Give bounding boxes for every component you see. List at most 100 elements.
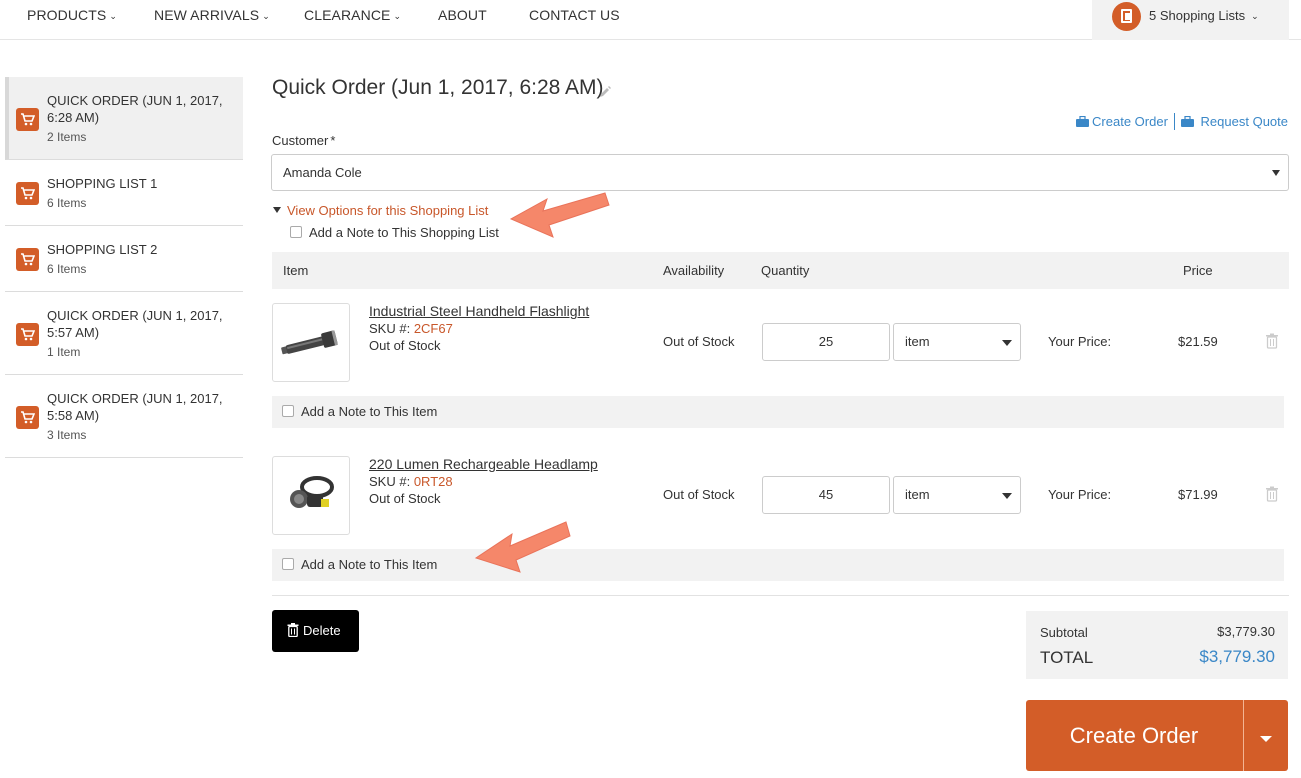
cart-icon	[16, 108, 39, 131]
divider	[272, 595, 1289, 596]
annotation-arrow-icon	[474, 521, 571, 573]
button-split-divider	[1243, 700, 1244, 771]
quantity-input[interactable]: 25	[762, 323, 890, 361]
chevron-down-icon: ⌄	[1251, 11, 1259, 21]
sku-code: 2CF67	[413, 321, 453, 336]
caret-down-icon	[1002, 493, 1012, 499]
availability: Out of Stock	[663, 334, 735, 349]
annotation-arrow-icon	[509, 192, 610, 238]
create-order-button[interactable]: Create Order	[1026, 700, 1288, 771]
nav-new-arrivals[interactable]: NEW ARRIVALS ⌄	[154, 0, 270, 31]
customer-label: Customer *	[272, 133, 335, 148]
nav-about-label: ABOUT	[438, 7, 487, 23]
chevron-down-icon: ⌄	[262, 11, 270, 21]
add-note-to-list-checkbox[interactable]: Add a Note to This Shopping List	[290, 225, 499, 240]
unit-select[interactable]: item	[893, 323, 1021, 361]
nav-clearance[interactable]: CLEARANCE ⌄	[304, 0, 401, 31]
add-note-to-list-label: Add a Note to This Shopping List	[309, 225, 499, 240]
checkbox[interactable]	[282, 405, 294, 417]
create-order-button-label: Create Order	[1069, 723, 1199, 748]
add-note-to-item-label: Add a Note to This Item	[301, 557, 438, 572]
product-sku: SKU #: 0RT28	[369, 474, 453, 489]
sidebar-item-shopping-list-1[interactable]: SHOPPING LIST 1 6 Items	[5, 160, 243, 226]
add-note-to-item-checkbox[interactable]: Add a Note to This Item	[272, 549, 1284, 581]
page-title: Quick Order (Jun 1, 2017, 6:28 AM)	[272, 76, 604, 99]
divider	[1173, 113, 1175, 131]
pencil-icon[interactable]	[598, 85, 612, 104]
shopping-lists-button[interactable]: 5 Shopping Lists ⌄	[1092, 0, 1289, 40]
request-quote-link[interactable]: Request Quote	[1180, 114, 1288, 130]
product-stock-status: Out of Stock	[369, 338, 441, 353]
sidebar-item-title: QUICK ORDER (JUN 1, 2017, 5:57 AM)	[47, 308, 223, 340]
view-options-link[interactable]: View Options for this Shopping List	[273, 203, 488, 218]
shopping-list-icon	[1112, 2, 1141, 31]
nav-contact-us-label: CONTACT US	[529, 7, 620, 23]
sidebar-item-quick-order-628[interactable]: QUICK ORDER (JUN 1, 2017, 6:28 AM) 2 Ite…	[5, 77, 243, 160]
column-header-price: Price	[1183, 263, 1213, 278]
sidebar-item-count: 6 Items	[47, 196, 87, 210]
product-image-headlamp[interactable]	[272, 456, 350, 535]
trash-icon	[287, 623, 299, 638]
nav-products[interactable]: PRODUCTS ⌄	[27, 0, 117, 31]
sidebar-item-title: SHOPPING LIST 2	[47, 242, 158, 257]
delete-button[interactable]: Delete	[272, 610, 359, 652]
caret-down-icon[interactable]	[1260, 736, 1272, 742]
cart-icon	[16, 182, 39, 205]
create-order-link-label: Create Order	[1092, 114, 1168, 130]
sidebar-item-count: 2 Items	[47, 130, 87, 144]
total-label: TOTAL	[1040, 648, 1094, 667]
briefcase-icon	[1076, 115, 1090, 128]
nav-new-arrivals-label: NEW ARRIVALS	[154, 7, 260, 23]
sidebar-item-count: 1 Item	[47, 345, 81, 359]
subtotal-label: Subtotal	[1040, 625, 1088, 640]
create-order-link[interactable]: Create Order	[1076, 114, 1168, 129]
table-header: Item Availability Quantity Price	[272, 252, 1289, 289]
unit-select[interactable]: item	[893, 476, 1021, 514]
nav-contact-us[interactable]: CONTACT US	[529, 0, 620, 31]
unit-select-value: item	[905, 487, 930, 502]
shopping-lists-sidebar: QUICK ORDER (JUN 1, 2017, 6:28 AM) 2 Ite…	[5, 77, 243, 458]
caret-down-icon	[1272, 170, 1280, 176]
sidebar-item-shopping-list-2[interactable]: SHOPPING LIST 2 6 Items	[5, 226, 243, 292]
product-name-link[interactable]: 220 Lumen Rechargeable Headlamp	[369, 456, 598, 472]
sku-label: SKU #:	[369, 474, 411, 489]
trash-icon[interactable]	[1265, 333, 1279, 354]
add-note-to-item-label: Add a Note to This Item	[301, 404, 438, 419]
your-price-label: Your Price:	[1048, 334, 1112, 349]
cart-icon	[16, 248, 39, 271]
availability: Out of Stock	[663, 487, 735, 502]
customer-select-value: Amanda Cole	[283, 165, 362, 180]
nav-clearance-label: CLEARANCE	[304, 7, 391, 23]
top-navigation: PRODUCTS ⌄ NEW ARRIVALS ⌄ CLEARANCE ⌄ ABOUT…	[0, 0, 1301, 40]
product-name-link[interactable]: Industrial Steel Handheld Flashlight	[369, 303, 589, 319]
total-value: $3,779.30	[1199, 647, 1275, 666]
caret-down-icon	[273, 207, 281, 213]
sidebar-item-title: QUICK ORDER (JUN 1, 2017, 6:28 AM)	[47, 93, 223, 125]
sidebar-item-quick-order-557[interactable]: QUICK ORDER (JUN 1, 2017, 5:57 AM) 1 Ite…	[5, 292, 243, 375]
sku-code: 0RT28	[413, 474, 453, 489]
sidebar-item-count: 6 Items	[47, 262, 87, 276]
sidebar-item-quick-order-558[interactable]: QUICK ORDER (JUN 1, 2017, 5:58 AM) 3 Ite…	[5, 375, 243, 458]
product-image-flashlight[interactable]	[272, 303, 350, 382]
trash-icon[interactable]	[1265, 486, 1279, 507]
nav-about[interactable]: ABOUT	[438, 0, 487, 31]
item-price: $21.59	[1178, 334, 1218, 349]
unit-select-value: item	[905, 334, 930, 349]
customer-select[interactable]: Amanda Cole	[271, 154, 1289, 191]
checkbox[interactable]	[290, 226, 302, 238]
nav-products-label: PRODUCTS	[27, 7, 107, 23]
column-header-item: Item	[283, 263, 309, 278]
item-price: $71.99	[1178, 487, 1218, 502]
quantity-input[interactable]: 45	[762, 476, 890, 514]
product-stock-status: Out of Stock	[369, 491, 441, 506]
request-quote-link-label: Request Quote	[1200, 114, 1288, 130]
checkbox[interactable]	[282, 558, 294, 570]
briefcase-icon	[1180, 115, 1194, 128]
required-marker: *	[330, 133, 336, 148]
add-note-to-item-checkbox[interactable]: Add a Note to This Item	[272, 396, 1284, 428]
shopping-lists-label: 5 Shopping Lists	[1149, 8, 1246, 23]
sku-label: SKU #:	[369, 321, 411, 336]
cart-icon	[16, 323, 39, 346]
sidebar-item-count: 3 Items	[47, 428, 87, 442]
view-options-label: View Options for this Shopping List	[287, 203, 489, 218]
